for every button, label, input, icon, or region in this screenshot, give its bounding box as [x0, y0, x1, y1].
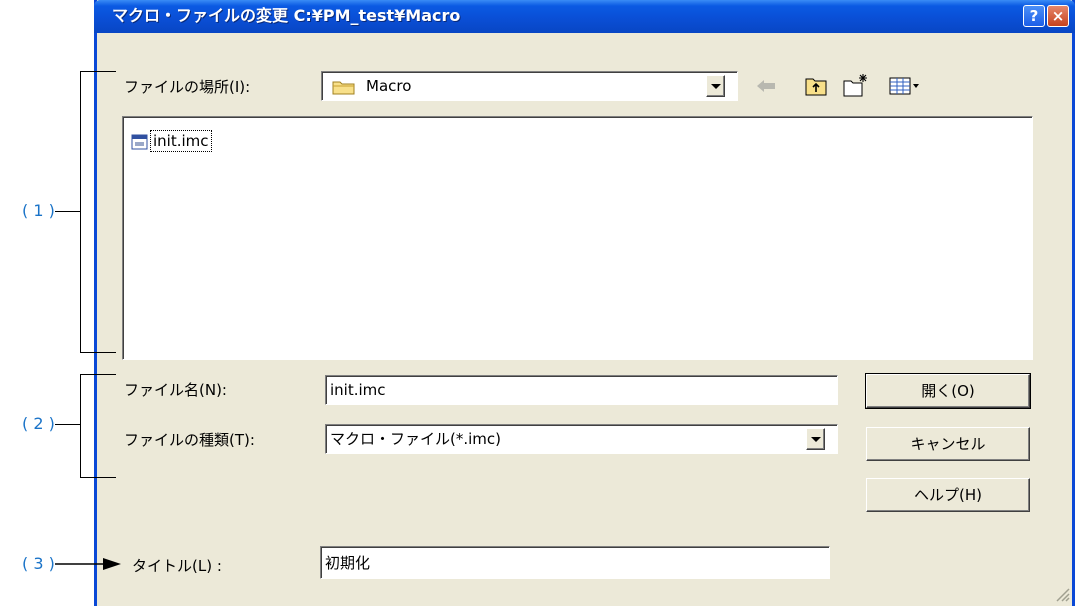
annotation-1: ( 1 ) — [22, 201, 55, 220]
location-label: ファイルの場所(I): — [124, 78, 251, 96]
file-list[interactable]: init.imc — [122, 116, 1033, 360]
annotation-bracket-2-bottom — [80, 477, 116, 478]
annotation-2: ( 2 ) — [22, 414, 55, 433]
filename-label: ファイル名(N): — [124, 381, 227, 399]
help-icon[interactable]: ? — [1023, 5, 1045, 27]
title-input[interactable]: 初期化 — [320, 546, 830, 579]
title-value: 初期化 — [325, 554, 371, 572]
window-title: マクロ・ファイルの変更 C:¥PM_test¥Macro — [112, 6, 461, 25]
close-icon[interactable]: × — [1047, 5, 1069, 27]
annotation-bracket-1-bottom — [80, 352, 116, 353]
annotation-bracket-1-top — [80, 71, 116, 72]
filename-value: init.imc — [330, 381, 386, 399]
macro-file-icon — [131, 134, 149, 150]
up-folder-icon[interactable] — [804, 75, 828, 97]
filetype-dropdown-button[interactable] — [806, 428, 825, 450]
cancel-button[interactable]: キャンセル — [866, 427, 1030, 461]
location-value: Macro — [366, 77, 412, 95]
new-folder-icon[interactable] — [842, 72, 870, 98]
open-button[interactable]: 開く(O) — [865, 373, 1031, 409]
annotation-bracket-2-top — [80, 374, 116, 375]
annotation-bracket-1 — [80, 71, 81, 353]
filetype-label: ファイルの種類(T): — [124, 431, 255, 449]
filename-input[interactable]: init.imc — [325, 375, 838, 405]
view-menu-icon[interactable] — [889, 76, 921, 96]
filetype-combo[interactable]: マクロ・ファイル(*.imc) — [325, 424, 838, 454]
location-dropdown-button[interactable] — [706, 75, 725, 97]
folder-icon — [332, 79, 356, 95]
location-combo[interactable]: Macro — [321, 71, 738, 101]
help-button[interactable]: ヘルプ(H) — [866, 478, 1030, 512]
filetype-value: マクロ・ファイル(*.imc) — [330, 430, 501, 448]
resize-grip-icon[interactable] — [1052, 584, 1070, 602]
file-name: init.imc — [150, 130, 212, 152]
annotation-bracket-2 — [80, 374, 81, 477]
annotation-3: ( 3 ) — [22, 554, 55, 573]
title-label: タイトル(L) : — [132, 557, 222, 575]
annotation-leader-1 — [55, 211, 81, 212]
annotation-arrow-3 — [55, 556, 125, 572]
annotation-leader-2 — [55, 424, 81, 425]
back-arrow-icon[interactable] — [755, 78, 777, 94]
